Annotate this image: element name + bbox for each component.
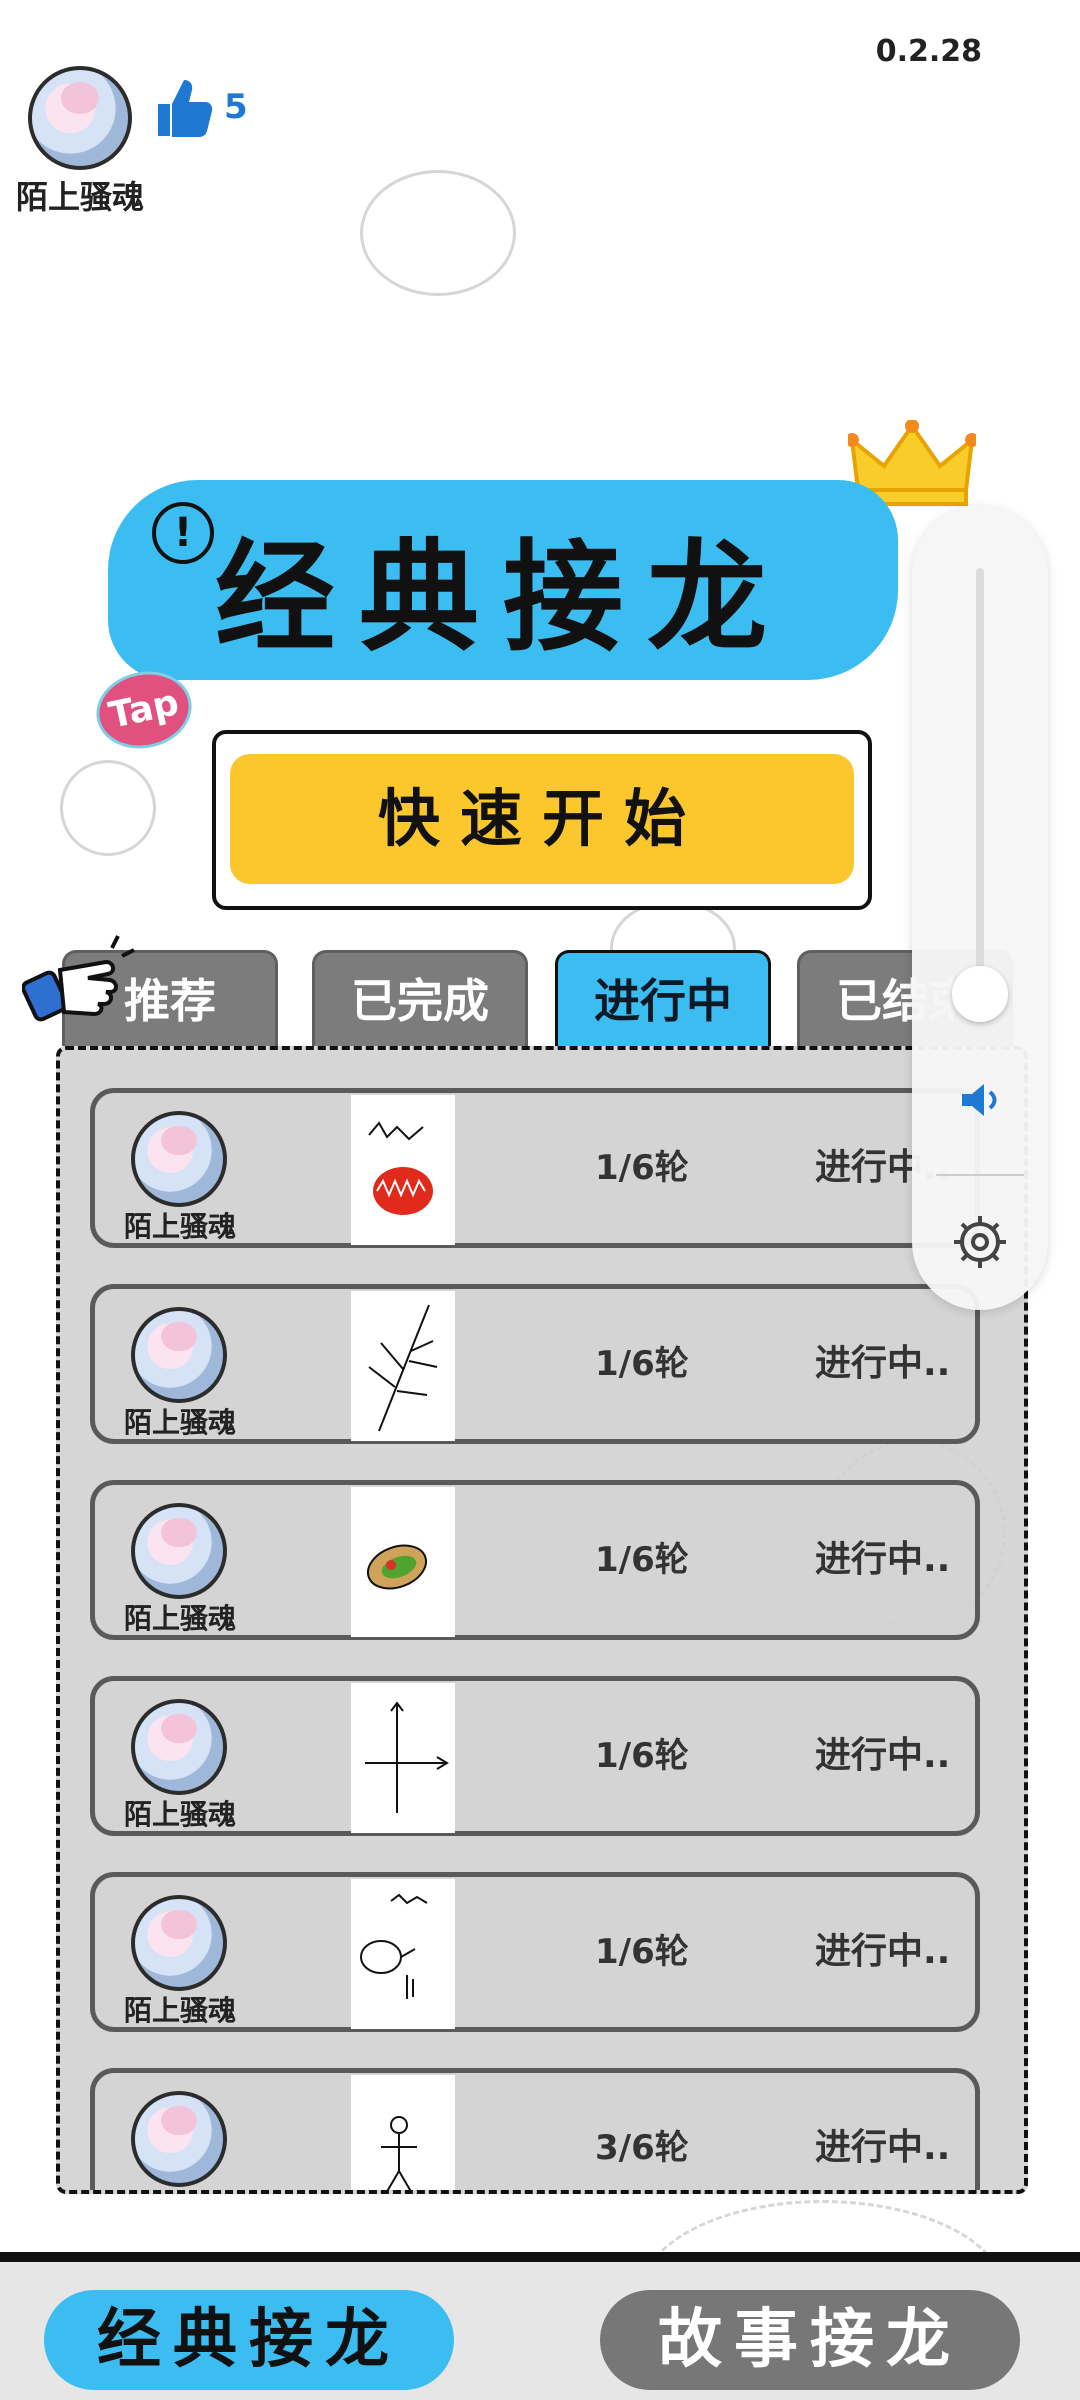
drawing-thumbnail [351, 1487, 455, 1637]
player-name: 陌上骚魂 [123, 1798, 236, 1831]
page-title: 经典接龙 [215, 527, 791, 668]
bottom-divider [0, 2252, 1080, 2262]
game-list[interactable]: 陌上骚魂 1/6轮 进行中.. 陌上骚魂 1/6轮 进行中.. 陌上骚魂 1/6… [56, 1046, 1028, 2194]
version-label: 0.2.28 [875, 34, 982, 69]
background-doodle [60, 760, 156, 856]
tab-completed[interactable]: 已完成 [312, 950, 528, 1046]
pointing-hand-icon [21, 930, 142, 1040]
volume-slider-track[interactable] [976, 568, 984, 998]
round-count: 1/6轮 [595, 1148, 689, 1188]
like-count: 5 [224, 87, 248, 127]
thumbs-up-icon [152, 74, 214, 140]
user-profile[interactable]: 陌上骚魂 [0, 66, 160, 218]
avatar [131, 2091, 227, 2187]
avatar[interactable] [28, 66, 132, 170]
game-status: 进行中.. [815, 1343, 951, 1384]
speaker-icon[interactable] [956, 1076, 1004, 1124]
game-status: 进行中.. [815, 2127, 951, 2168]
volume-slider-handle[interactable] [952, 966, 1008, 1022]
likes-counter[interactable]: 5 [152, 74, 248, 140]
round-count: 1/6轮 [595, 1932, 689, 1972]
player-name: 陌上骚魂 [123, 1406, 236, 1439]
drawing-thumbnail [351, 1095, 455, 1245]
game-row[interactable]: 陌上骚魂 1/6轮 进行中.. [90, 1872, 980, 2032]
tab-in-progress[interactable]: 进行中 [555, 950, 771, 1046]
quick-start-button[interactable]: 快速开始 [212, 730, 872, 910]
player-name: 陌上骚魂 [123, 1210, 236, 1243]
player-name: 陌上骚魂 [123, 1994, 236, 2027]
game-status: 进行中.. [815, 1931, 951, 1972]
nav-story-relay[interactable]: 故事接龙 [600, 2290, 1020, 2390]
avatar [131, 1503, 227, 1599]
drawing-thumbnail [351, 1683, 455, 1833]
avatar [131, 1111, 227, 1207]
avatar [131, 1699, 227, 1795]
game-row[interactable]: 陌上骚魂 1/6轮 进行中.. [90, 1480, 980, 1640]
game-row[interactable]: 陌上骚魂 1/6轮 进行中.. [90, 1284, 980, 1444]
game-row[interactable]: 3/6轮 进行中.. [90, 2068, 980, 2190]
drawing-thumbnail [351, 2075, 455, 2190]
background-doodle [360, 170, 516, 296]
round-count: 3/6轮 [595, 2128, 689, 2168]
drawing-thumbnail [351, 1879, 455, 2029]
avatar [131, 1307, 227, 1403]
game-row[interactable]: 陌上骚魂 1/6轮 进行中.. [90, 1676, 980, 1836]
nav-classic-relay[interactable]: 经典接龙 [44, 2290, 454, 2390]
info-icon[interactable]: ! [152, 502, 214, 564]
drawing-thumbnail [351, 1291, 455, 1441]
round-count: 1/6轮 [595, 1344, 689, 1384]
game-row[interactable]: 陌上骚魂 1/6轮 进行中.. [90, 1088, 980, 1248]
player-name: 陌上骚魂 [123, 1602, 236, 1635]
gear-icon[interactable] [950, 1212, 1010, 1272]
quick-start-label: 快速开始 [230, 754, 854, 884]
round-count: 1/6轮 [595, 1736, 689, 1776]
user-name: 陌上骚魂 [15, 178, 144, 216]
game-status: 进行中.. [815, 1539, 951, 1580]
round-count: 1/6轮 [595, 1540, 689, 1580]
volume-panel [912, 506, 1048, 1310]
avatar [131, 1895, 227, 1991]
game-status: 进行中.. [815, 1735, 951, 1776]
divider [936, 1174, 1024, 1176]
